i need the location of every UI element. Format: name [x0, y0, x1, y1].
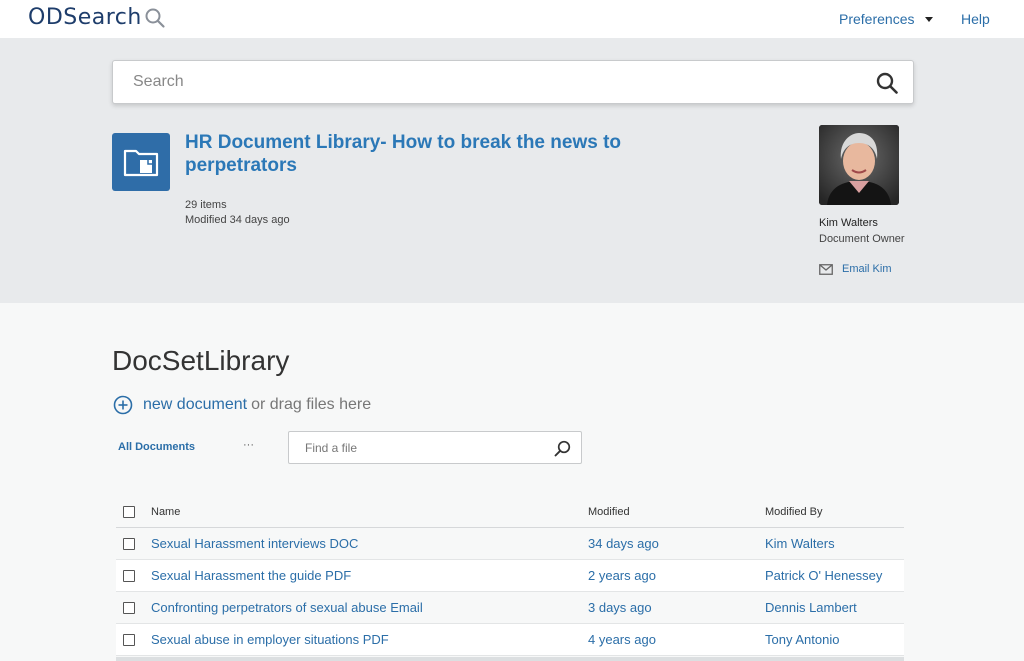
- items-count: 29 items: [185, 199, 227, 211]
- modified-by-link[interactable]: Patrick O' Henessey: [765, 568, 882, 583]
- library-title[interactable]: HR Document Library- How to break the ne…: [185, 131, 665, 177]
- table-row: Sexual Harassment interviews DOC 34 days…: [116, 528, 904, 560]
- table-row-partial: [116, 657, 904, 661]
- folder-icon: [112, 133, 170, 191]
- modified-by-link[interactable]: Dennis Lambert: [765, 600, 857, 615]
- documents-table: Name Modified Modified By Sexual Harassm…: [116, 496, 904, 656]
- preferences-label: Preferences: [839, 11, 915, 27]
- preferences-menu[interactable]: Preferences: [839, 11, 934, 27]
- owner-role: Document Owner: [819, 233, 905, 245]
- document-library-title: DocSetLibrary: [112, 345, 290, 376]
- modified-date: Modified 34 days ago: [185, 214, 290, 226]
- modified-by-link[interactable]: Tony Antonio: [765, 632, 839, 647]
- caret-down-icon: [925, 16, 934, 22]
- column-header-modified-by[interactable]: Modified By: [765, 506, 822, 518]
- row-checkbox[interactable]: [123, 538, 135, 550]
- drag-files-text: or drag files here: [251, 396, 372, 413]
- email-owner-link[interactable]: Email Kim: [819, 263, 892, 275]
- new-document-row: new document or drag files here: [113, 395, 371, 415]
- table-header-row: Name Modified Modified By: [116, 496, 904, 528]
- row-checkbox[interactable]: [123, 602, 135, 614]
- logo-text: ODSearch: [28, 5, 142, 30]
- more-options-button[interactable]: ···: [243, 439, 254, 451]
- logo[interactable]: ODSearch: [28, 5, 166, 30]
- file-name-link[interactable]: Confronting perpetrators of sexual abuse…: [151, 600, 423, 615]
- top-bar: ODSearch Preferences Help: [0, 0, 1024, 38]
- select-all-checkbox[interactable]: [123, 506, 135, 518]
- search-input[interactable]: [113, 61, 853, 103]
- add-circle-icon[interactable]: [113, 395, 133, 415]
- search-icon: [145, 8, 165, 28]
- modified-cell[interactable]: 3 days ago: [588, 600, 652, 615]
- table-row: Sexual abuse in employer situations PDF …: [116, 624, 904, 656]
- search-bar: [112, 60, 914, 104]
- new-document-link[interactable]: new document: [143, 396, 247, 414]
- file-name-link[interactable]: Sexual Harassment the guide PDF: [151, 568, 351, 583]
- modified-cell[interactable]: 34 days ago: [588, 536, 659, 551]
- file-name-link[interactable]: Sexual abuse in employer situations PDF: [151, 632, 389, 647]
- view-selector-all-documents[interactable]: All Documents: [118, 441, 195, 453]
- find-file-box: [288, 431, 582, 464]
- modified-cell[interactable]: 2 years ago: [588, 568, 656, 583]
- help-link[interactable]: Help: [961, 11, 990, 27]
- search-icon[interactable]: [554, 440, 571, 457]
- file-name-link[interactable]: Sexual Harassment interviews DOC: [151, 536, 358, 551]
- row-checkbox[interactable]: [123, 634, 135, 646]
- modified-by-link[interactable]: Kim Walters: [765, 536, 835, 551]
- column-header-modified[interactable]: Modified: [588, 506, 630, 518]
- owner-avatar: [819, 125, 899, 205]
- table-row: Confronting perpetrators of sexual abuse…: [116, 592, 904, 624]
- owner-name: Kim Walters: [819, 217, 878, 229]
- modified-cell[interactable]: 4 years ago: [588, 632, 656, 647]
- email-owner-label: Email Kim: [842, 263, 892, 275]
- search-icon[interactable]: [875, 71, 899, 95]
- table-row: Sexual Harassment the guide PDF 2 years …: [116, 560, 904, 592]
- column-header-name[interactable]: Name: [151, 506, 180, 518]
- find-file-input[interactable]: [289, 432, 544, 463]
- row-checkbox[interactable]: [123, 570, 135, 582]
- library-meta: 29 items Modified 34 days ago: [185, 198, 290, 228]
- mail-icon: [819, 263, 833, 275]
